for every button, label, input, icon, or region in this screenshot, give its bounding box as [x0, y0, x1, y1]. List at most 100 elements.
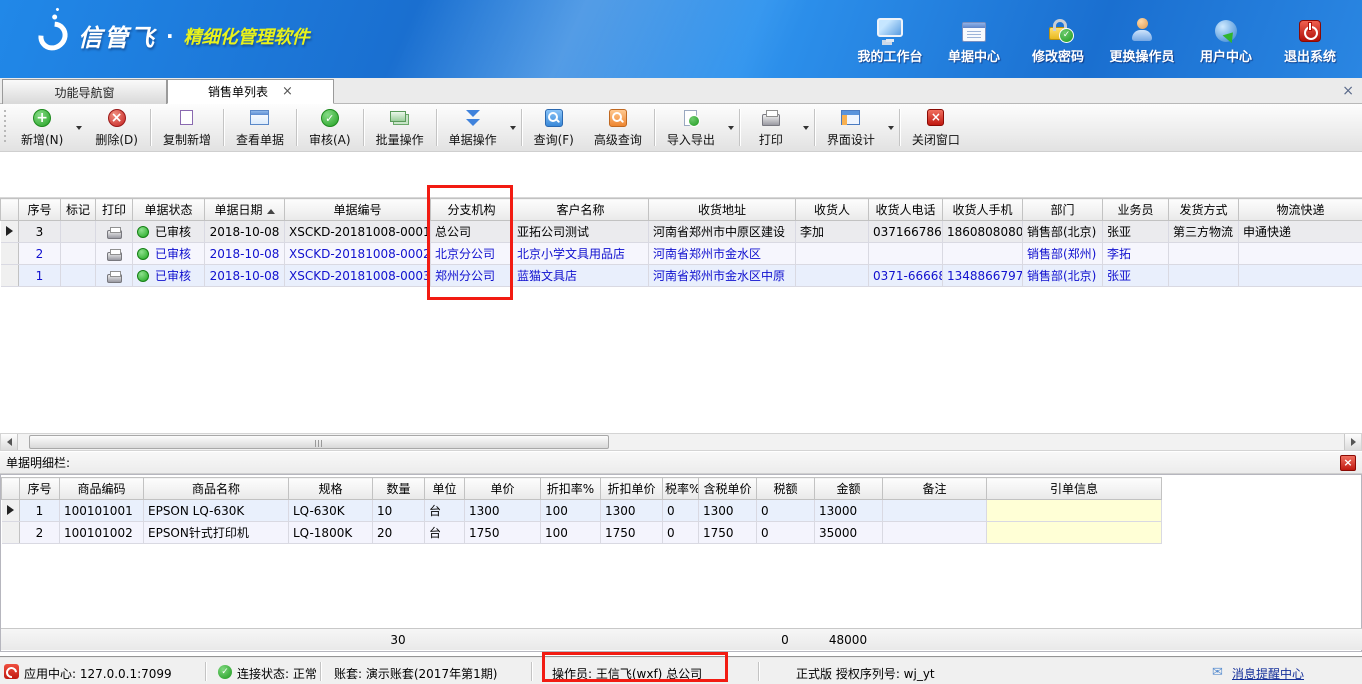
- dcol-ref[interactable]: 引单信息: [987, 478, 1162, 500]
- dcol-note[interactable]: 备注: [883, 478, 987, 500]
- toolbar-view-doc-button[interactable]: 查看单据: [226, 104, 294, 151]
- document-center-icon: [962, 22, 986, 42]
- message-center-link[interactable]: 消息提醒中心: [1232, 665, 1304, 682]
- col-customer[interactable]: 客户名称: [513, 199, 649, 221]
- toolbar-doc-ops-button[interactable]: 单据操作: [439, 104, 507, 151]
- approved-status-icon: [137, 270, 149, 282]
- col-dept[interactable]: 部门: [1023, 199, 1103, 221]
- close-window-icon: [927, 109, 944, 126]
- add-dropdown-arrow[interactable]: [73, 104, 85, 151]
- app-logo-icon: [33, 15, 74, 56]
- dcol-discount-rate[interactable]: 折扣率%: [541, 478, 601, 500]
- brand-tagline: 精细化管理软件: [184, 23, 310, 49]
- col-no[interactable]: 单据编号: [285, 199, 431, 221]
- ui-design-dropdown-arrow[interactable]: [885, 104, 897, 151]
- toolbar-close-window-button[interactable]: 关闭窗口: [902, 104, 970, 151]
- dcol-discount-price[interactable]: 折扣单价: [601, 478, 663, 500]
- printer-icon[interactable]: [107, 274, 122, 283]
- toolbar-batch-ops-button[interactable]: 批量操作: [366, 104, 434, 151]
- printer-icon[interactable]: [107, 230, 122, 239]
- dcol-code[interactable]: 商品编码: [60, 478, 144, 500]
- print-dropdown-arrow[interactable]: [800, 104, 812, 151]
- nav-exit-system[interactable]: 退出系统: [1268, 12, 1352, 65]
- toolbar-grip[interactable]: [2, 110, 9, 145]
- dcol-spec[interactable]: 规格: [289, 478, 373, 500]
- copy-icon: [180, 110, 193, 125]
- dcol-qty[interactable]: 数量: [373, 478, 425, 500]
- app-window: 信管飞 · 精细化管理软件 我的工作台 单据中心 修改密码 更换操作员: [0, 0, 1362, 684]
- toolbar-separator: [223, 109, 224, 146]
- scroll-left-icon[interactable]: [1, 434, 18, 450]
- nav-user-center[interactable]: 用户中心: [1184, 12, 1268, 65]
- toolbar-delete-button[interactable]: 删除(D): [85, 104, 148, 151]
- printer-icon[interactable]: [107, 252, 122, 261]
- audit-icon: [321, 109, 339, 127]
- toolbar-copy-button[interactable]: 复制新增: [153, 104, 221, 151]
- connection-ok-icon: [218, 665, 232, 679]
- col-mobile[interactable]: 收货人手机: [943, 199, 1023, 221]
- dcol-tax[interactable]: 税额: [757, 478, 815, 500]
- col-logistics[interactable]: 物流快递: [1239, 199, 1362, 221]
- nav-switch-operator[interactable]: 更换操作员: [1100, 12, 1184, 65]
- user-center-icon: [1215, 20, 1237, 42]
- detail-row[interactable]: 2 100101002 EPSON针式打印机 LQ-1800K 20 台 175…: [2, 522, 1162, 544]
- sort-asc-icon: [267, 209, 275, 214]
- toolbar-separator: [363, 109, 364, 146]
- col-consignee[interactable]: 收货人: [796, 199, 869, 221]
- app-center-status: 应用中心: 127.0.0.1:7099: [24, 665, 172, 682]
- scroll-right-icon[interactable]: [1344, 434, 1361, 450]
- table-header-row: 序号 标记 打印 单据状态 单据日期 单据编号 分支机构 客户名称 收货地址 收…: [1, 199, 1362, 221]
- dcol-price[interactable]: 单价: [465, 478, 541, 500]
- table-row[interactable]: 1 已审核 2018-10-08 XSCKD-20181008-0003 郑州分…: [1, 265, 1362, 287]
- nav-my-workbench[interactable]: 我的工作台: [848, 12, 932, 65]
- table-row[interactable]: 3 已审核 2018-10-08 XSCKD-20181008-0001 总公司…: [1, 221, 1362, 243]
- col-branch[interactable]: 分支机构: [431, 199, 513, 221]
- view-doc-icon: [250, 110, 269, 125]
- doc-ops-icon: [466, 109, 480, 127]
- approved-status-icon: [137, 226, 149, 238]
- toolbar-audit-button[interactable]: 审核(A): [299, 104, 361, 151]
- col-status[interactable]: 单据状态: [133, 199, 205, 221]
- toolbar-ui-design-button[interactable]: 界面设计: [817, 104, 885, 151]
- dcol-unit[interactable]: 单位: [425, 478, 465, 500]
- toolbar-add-button[interactable]: 新增(N): [11, 104, 73, 151]
- change-password-icon: [1049, 27, 1067, 40]
- app-header: 信管飞 · 精细化管理软件 我的工作台 单据中心 修改密码 更换操作员: [0, 0, 1362, 78]
- toolbar-adv-query-button[interactable]: 高级查询: [584, 104, 652, 151]
- nav-change-password[interactable]: 修改密码: [1016, 12, 1100, 65]
- dcol-seq[interactable]: 序号: [20, 478, 60, 500]
- scrollbar-thumb[interactable]: [29, 435, 609, 449]
- doc-ops-dropdown-arrow[interactable]: [507, 104, 519, 151]
- toolbar-print-button[interactable]: 打印: [742, 104, 800, 151]
- col-date[interactable]: 单据日期: [205, 199, 285, 221]
- col-mark[interactable]: 标记: [61, 199, 96, 221]
- tab-function-nav[interactable]: 功能导航窗: [2, 79, 167, 104]
- col-phone[interactable]: 收货人电话: [869, 199, 943, 221]
- dcol-tax-rate[interactable]: 税率%: [663, 478, 699, 500]
- tab-close-icon[interactable]: [282, 85, 293, 98]
- tab-sales-order-list[interactable]: 销售单列表: [167, 79, 334, 104]
- toolbar-separator: [150, 109, 151, 146]
- detail-header-row: 序号 商品编码 商品名称 规格 数量 单位 单价 折扣率% 折扣单价 税率% 含…: [2, 478, 1162, 500]
- toolbar-query-button[interactable]: 查询(F): [524, 104, 584, 151]
- detail-row[interactable]: 1 100101001 EPSON LQ-630K LQ-630K 10 台 1…: [2, 500, 1162, 522]
- toolbar-import-export-button[interactable]: 导入导出: [657, 104, 725, 151]
- panel-close-icon[interactable]: [1342, 83, 1354, 99]
- table-row[interactable]: 2 已审核 2018-10-08 XSCKD-20181008-0002 北京分…: [1, 243, 1362, 265]
- total-amount: 48000: [814, 629, 882, 650]
- dcol-amount[interactable]: 金额: [815, 478, 883, 500]
- dcol-tax-price[interactable]: 含税单价: [699, 478, 757, 500]
- dcol-name[interactable]: 商品名称: [144, 478, 289, 500]
- app-center-icon: [4, 664, 19, 679]
- nav-document-center[interactable]: 单据中心: [932, 12, 1016, 65]
- add-icon: [33, 109, 51, 127]
- toolbar-separator: [654, 109, 655, 146]
- horizontal-scrollbar[interactable]: [0, 433, 1362, 451]
- col-print[interactable]: 打印: [96, 199, 133, 221]
- detail-close-icon[interactable]: [1340, 455, 1356, 471]
- col-ship[interactable]: 发货方式: [1169, 199, 1239, 221]
- import-export-dropdown-arrow[interactable]: [725, 104, 737, 151]
- col-address[interactable]: 收货地址: [649, 199, 796, 221]
- col-seq[interactable]: 序号: [19, 199, 61, 221]
- col-salesman[interactable]: 业务员: [1103, 199, 1169, 221]
